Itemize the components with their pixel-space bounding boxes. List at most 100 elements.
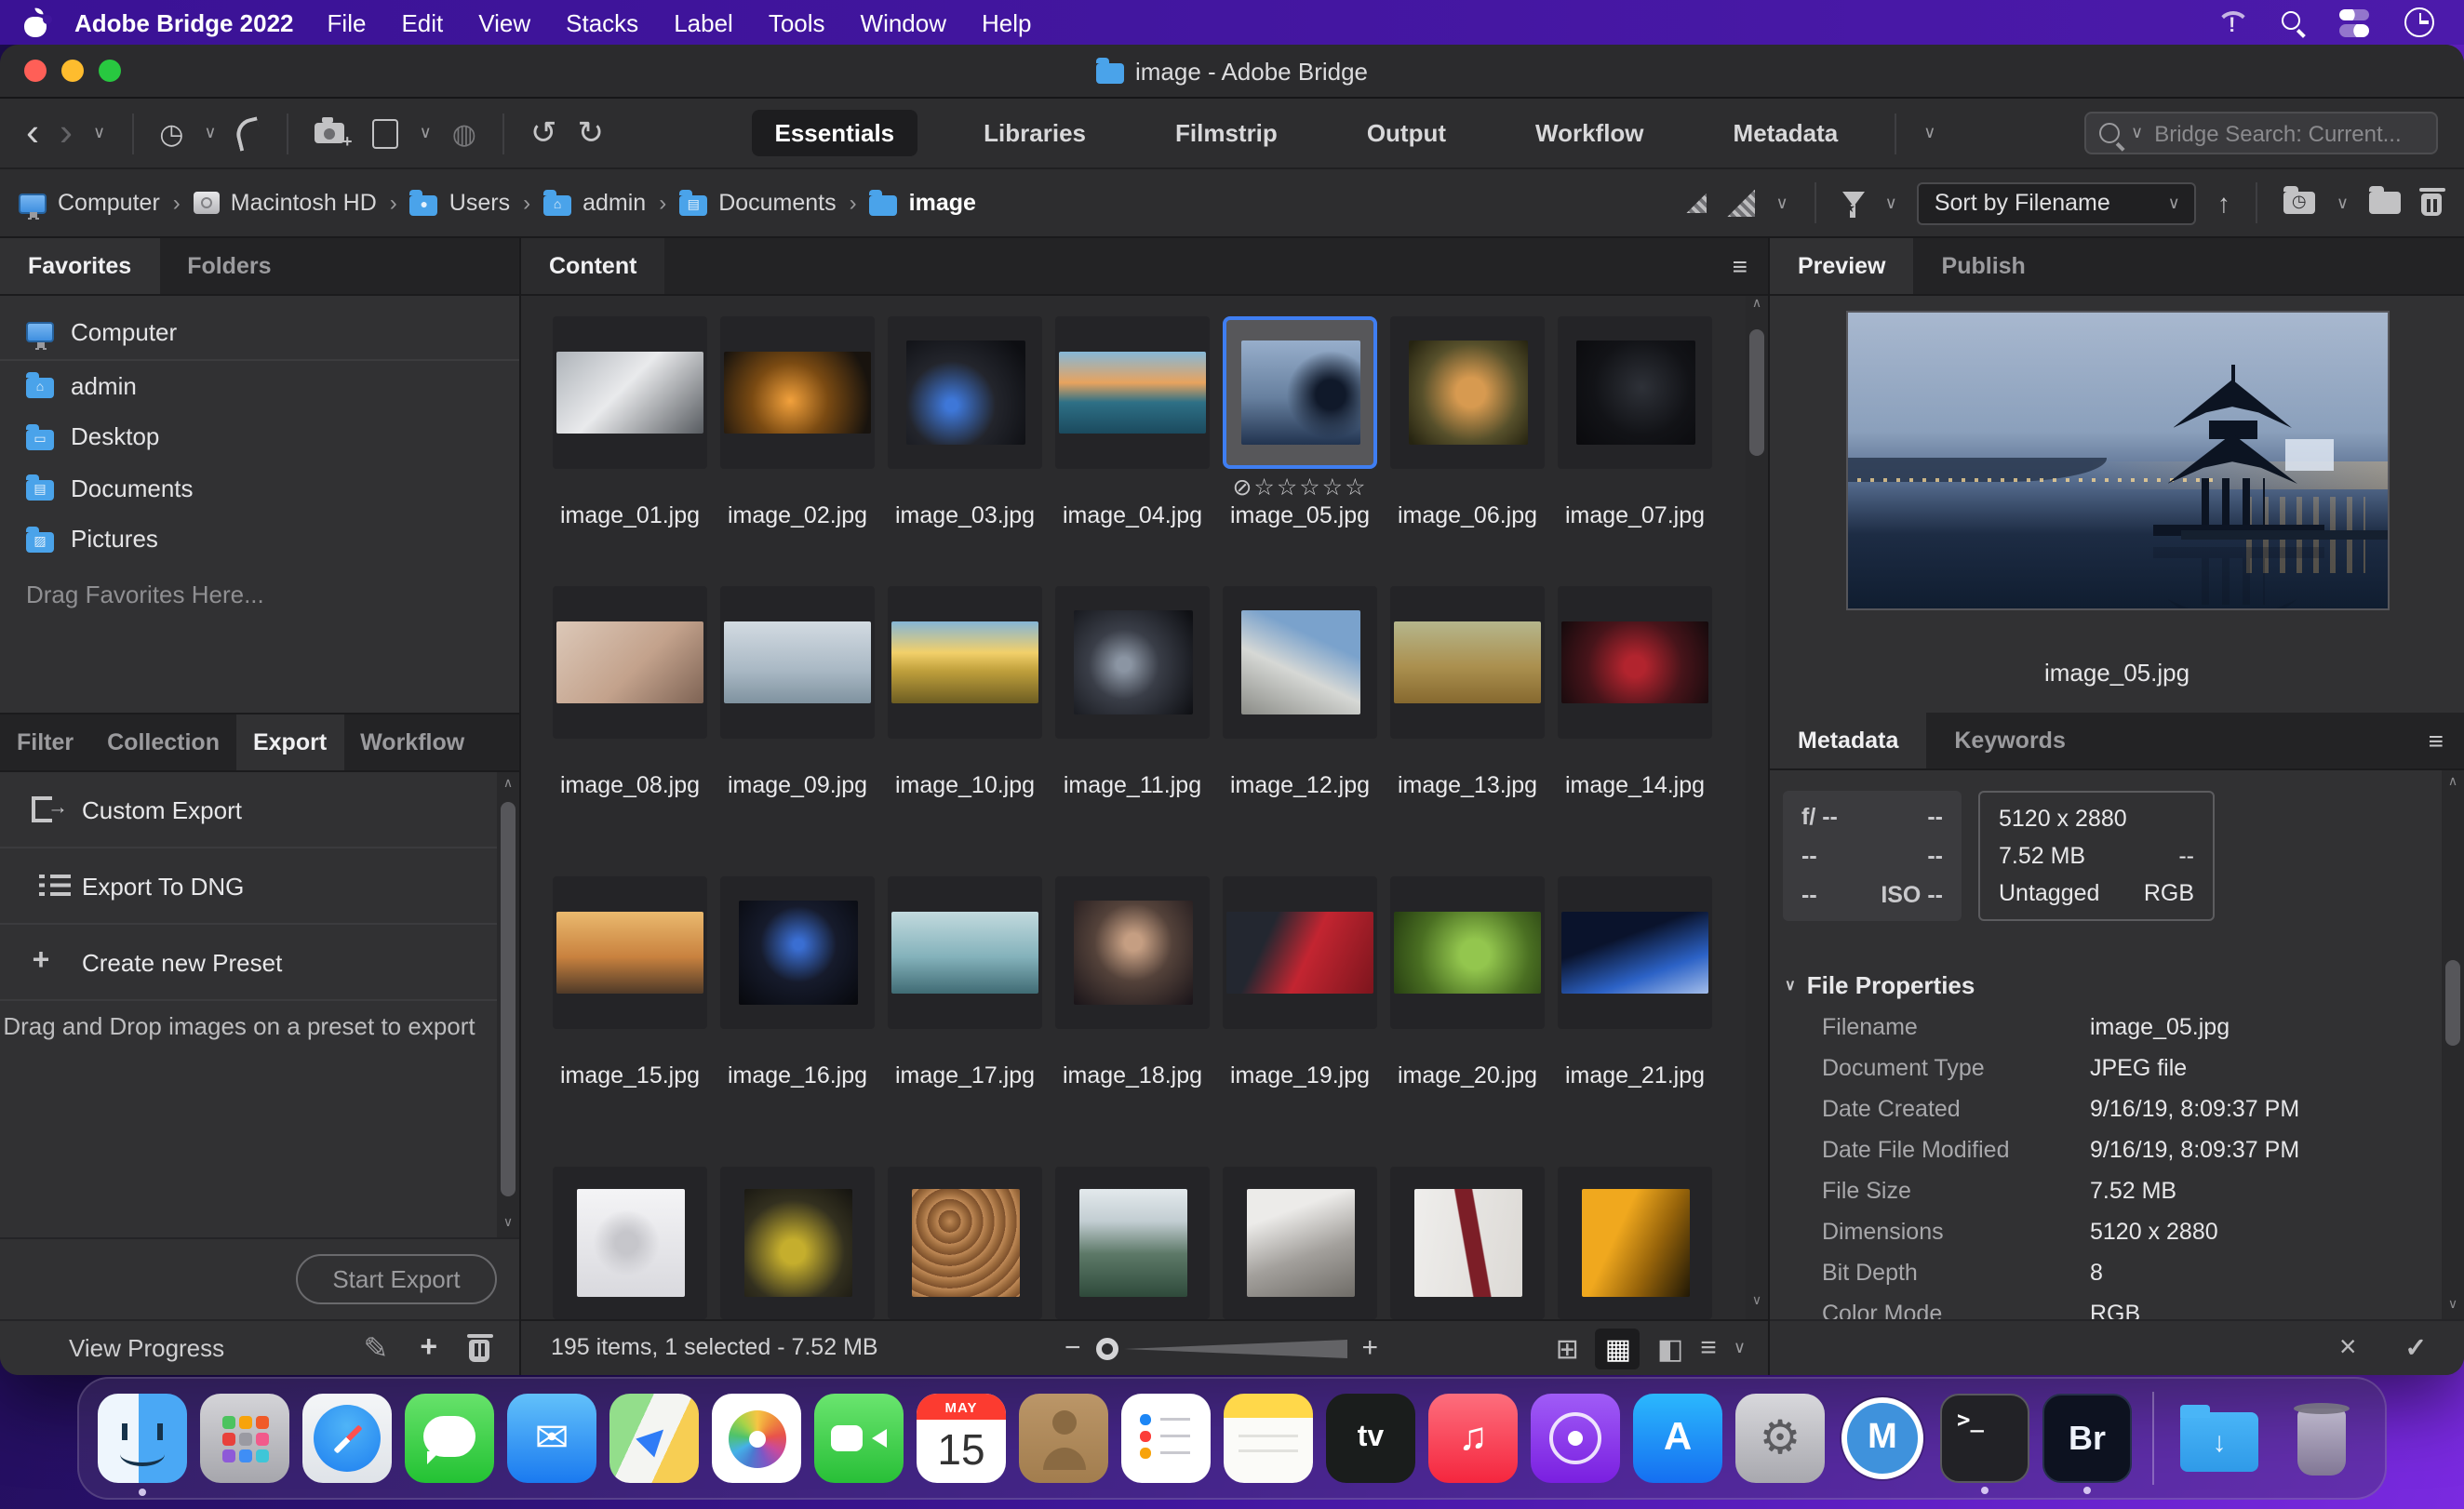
thumbnail-item[interactable]: image_06.jpg bbox=[1390, 316, 1545, 586]
tab-preview[interactable]: Preview bbox=[1770, 238, 1914, 294]
dock-notes-icon[interactable] bbox=[1224, 1394, 1313, 1483]
sidebar-item-computer[interactable]: Computer bbox=[0, 307, 519, 360]
thumbnail-item[interactable]: image_17.jpg bbox=[888, 876, 1042, 1167]
thumbnail-item[interactable]: image_04.jpg bbox=[1055, 316, 1210, 586]
dock-contacts-icon[interactable] bbox=[1019, 1394, 1108, 1483]
details-view-icon[interactable]: ◧ bbox=[1657, 1331, 1683, 1365]
section-collapse-icon[interactable]: ∨ bbox=[1785, 976, 1796, 993]
thumbnail-item[interactable]: image_21.jpg bbox=[1558, 876, 1712, 1167]
metadata-value[interactable]: 9/16/19, 8:09:37 PM bbox=[2090, 1137, 2299, 1163]
recent-chevron-icon[interactable]: ∨ bbox=[2337, 193, 2349, 213]
thumbnail-item[interactable]: image_16.jpg bbox=[720, 876, 875, 1167]
search-input[interactable]: ∨ Bridge Search: Current... bbox=[2084, 112, 2438, 154]
dock-mountain-app-icon[interactable]: M bbox=[1838, 1394, 1927, 1483]
thumbnail-item[interactable] bbox=[1390, 1167, 1545, 1319]
close-button[interactable] bbox=[24, 60, 47, 82]
app-menu-title[interactable]: Adobe Bridge 2022 bbox=[74, 8, 294, 36]
thumbnail-item[interactable] bbox=[1223, 1167, 1377, 1319]
nav-chevron-icon[interactable]: ∨ bbox=[93, 123, 105, 143]
apple-menu-icon[interactable] bbox=[24, 8, 48, 36]
thumbnail-item[interactable]: image_11.jpg bbox=[1055, 586, 1210, 876]
quality-large-icon[interactable] bbox=[1727, 189, 1755, 217]
view-chevron-icon[interactable]: ∨ bbox=[1734, 1338, 1746, 1358]
cancel-icon[interactable]: × bbox=[2339, 1331, 2357, 1365]
workspace-tab-workflow[interactable]: Workflow bbox=[1513, 110, 1667, 156]
sidebar-item-documents[interactable]: ▤Documents bbox=[0, 462, 519, 514]
back-icon[interactable]: ‹ bbox=[26, 114, 39, 153]
tab-metadata[interactable]: Metadata bbox=[1770, 713, 1926, 768]
search-icon[interactable] bbox=[2282, 11, 2304, 33]
thumbnail-item[interactable]: image_03.jpg bbox=[888, 316, 1042, 586]
section-header-file-properties[interactable]: ∨File Properties bbox=[1770, 962, 2438, 1007]
tab-filter[interactable]: Filter bbox=[0, 714, 90, 770]
tab-workflow[interactable]: Workflow bbox=[343, 714, 481, 770]
workspace-tab-libraries[interactable]: Libraries bbox=[961, 110, 1108, 156]
breadcrumb-admin[interactable]: admin bbox=[583, 190, 646, 216]
scroll-up-icon[interactable]: ∧ bbox=[1752, 296, 1761, 314]
delete-icon[interactable] bbox=[469, 1339, 489, 1361]
tab-favorites[interactable]: Favorites bbox=[0, 238, 159, 294]
thumbnail-item[interactable]: image_09.jpg bbox=[720, 586, 875, 876]
breadcrumb-computer[interactable]: Computer bbox=[58, 190, 160, 216]
dock-terminal-icon[interactable]: >_ bbox=[1940, 1394, 2029, 1483]
sidebar-item-admin[interactable]: ⌂admin bbox=[0, 360, 519, 411]
dock-music-icon[interactable]: ♫ bbox=[1428, 1394, 1518, 1483]
sort-dropdown[interactable]: Sort by Filename∨ bbox=[1918, 181, 2197, 224]
export-preset-create-new-preset[interactable]: +Create new Preset bbox=[0, 925, 519, 1001]
workspace-tab-output[interactable]: Output bbox=[1345, 110, 1468, 156]
rotate-left-icon[interactable]: ↺ bbox=[530, 114, 557, 152]
menu-tools[interactable]: Tools bbox=[769, 8, 825, 36]
confirm-icon[interactable]: ✓ bbox=[2405, 1332, 2427, 1364]
thumbnail-item[interactable] bbox=[888, 1167, 1042, 1319]
sidebar-item-desktop[interactable]: ▭Desktop bbox=[0, 411, 519, 462]
thumbnail-item[interactable]: image_20.jpg bbox=[1390, 876, 1545, 1167]
metadata-value[interactable]: 5120 x 2880 bbox=[2090, 1219, 2218, 1245]
dock-downloads-icon[interactable]: ↓ bbox=[2175, 1394, 2264, 1483]
thumbnail-item[interactable]: image_02.jpg bbox=[720, 316, 875, 586]
edit-icon[interactable]: ✎ bbox=[364, 1329, 389, 1367]
scroll-thumb[interactable] bbox=[501, 802, 516, 1196]
menu-label[interactable]: Label bbox=[674, 8, 733, 36]
dock-photos-icon[interactable] bbox=[712, 1394, 801, 1483]
title-bar[interactable]: image - Adobe Bridge bbox=[0, 45, 2464, 99]
dock-trash-icon[interactable] bbox=[2277, 1394, 2366, 1483]
filter-chevron-icon[interactable]: ∨ bbox=[1885, 193, 1897, 213]
dock-maps-icon[interactable]: ▶ bbox=[609, 1394, 699, 1483]
metadata-value[interactable]: 7.52 MB bbox=[2090, 1178, 2176, 1204]
thumbnail-item[interactable]: image_14.jpg bbox=[1558, 586, 1712, 876]
quality-small-icon[interactable] bbox=[1686, 193, 1707, 213]
dock-settings-icon[interactable]: ⚙ bbox=[1735, 1394, 1825, 1483]
clock-icon[interactable] bbox=[2404, 7, 2434, 37]
forward-icon[interactable]: › bbox=[60, 114, 73, 153]
view-progress-label[interactable]: View Progress bbox=[69, 1334, 224, 1362]
workspace-tab-filmstrip[interactable]: Filmstrip bbox=[1153, 110, 1300, 156]
metadata-value[interactable]: RGB bbox=[2090, 1301, 2140, 1319]
thumbnail-item-selected[interactable]: ⊘☆☆☆☆☆image_05.jpg bbox=[1223, 316, 1377, 586]
delete-icon[interactable] bbox=[2421, 194, 2442, 216]
thumbnail-item[interactable]: image_08.jpg bbox=[553, 586, 707, 876]
filter-star-icon[interactable] bbox=[1842, 192, 1865, 207]
recent-folder-icon[interactable] bbox=[2284, 192, 2316, 214]
add-icon[interactable]: + bbox=[420, 1331, 437, 1365]
dock-bridge-icon[interactable]: Br bbox=[2042, 1394, 2132, 1483]
dock-messages-icon[interactable] bbox=[405, 1394, 494, 1483]
sidebar-item-pictures[interactable]: ▨Pictures bbox=[0, 514, 519, 565]
export-preset-export-to-dng[interactable]: Export To DNG bbox=[0, 848, 519, 925]
metadata-value[interactable]: 8 bbox=[2090, 1260, 2103, 1286]
content-menu-icon[interactable]: ≡ bbox=[1733, 251, 1748, 281]
zoom-out-icon[interactable]: − bbox=[1065, 1332, 1081, 1364]
new-folder-icon[interactable] bbox=[2369, 192, 2401, 214]
metadata-value[interactable]: image_05.jpg bbox=[2090, 1014, 2230, 1040]
menu-help[interactable]: Help bbox=[982, 8, 1032, 36]
metadata-value[interactable]: 9/16/19, 8:09:37 PM bbox=[2090, 1096, 2299, 1122]
thumbnail-item[interactable] bbox=[1055, 1167, 1210, 1319]
zoom-button[interactable] bbox=[99, 60, 121, 82]
thumbnail-item[interactable]: image_12.jpg bbox=[1223, 586, 1377, 876]
scroll-thumb[interactable] bbox=[2445, 960, 2460, 1046]
wifi-alert-icon[interactable] bbox=[2216, 10, 2246, 34]
breadcrumb-macintosh-hd[interactable]: Macintosh HD bbox=[231, 190, 377, 216]
export-scrollbar[interactable]: ∧ ∨ bbox=[497, 772, 519, 1237]
sort-ascending-icon[interactable]: ↑ bbox=[2217, 188, 2230, 218]
tab-content[interactable]: Content bbox=[521, 238, 664, 294]
rotate-right-icon[interactable]: ↻ bbox=[577, 114, 604, 152]
